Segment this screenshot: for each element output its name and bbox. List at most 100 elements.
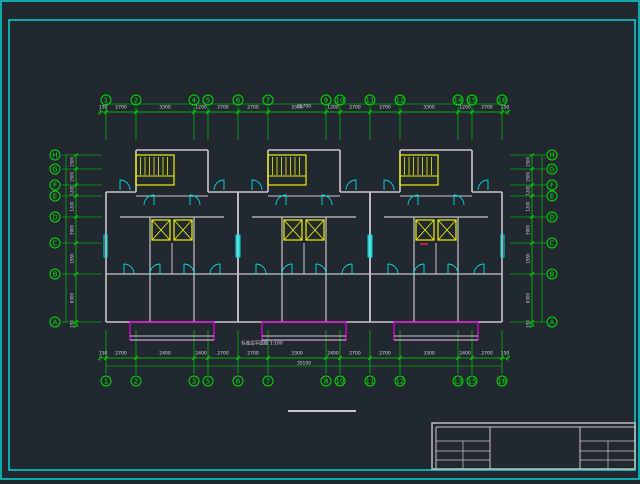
- dimension-top-value: 3300: [159, 105, 171, 111]
- axis-label-bottom: 7: [266, 378, 270, 386]
- dimension-total-top: 35700: [297, 104, 311, 110]
- dimension-bottom-value: 2700: [379, 351, 391, 357]
- dimension-bottom-value: 2700: [247, 351, 259, 357]
- unit-1-door-swing: [183, 263, 195, 275]
- axis-label-bottom: 10: [336, 378, 345, 386]
- dimension-right-value: 150: [526, 320, 531, 328]
- axis-label-top: 9: [324, 97, 328, 105]
- unit-3-door-swing: [383, 179, 395, 191]
- floor-plan-drawing: 11224355667798101011111212141315151616H H…: [0, 0, 640, 480]
- unit-3-door-swing: [473, 263, 485, 275]
- dimension-bottom-value: 3300: [423, 351, 435, 357]
- drawing-frame: [8, 19, 636, 471]
- plan-caption: 标准层平面图 1:100: [241, 340, 283, 347]
- dimension-left-value: 6300: [70, 292, 75, 303]
- axis-label-left: F: [53, 182, 57, 190]
- dimension-left-value: 3900: [70, 224, 75, 235]
- dimension-bottom-value: 2700: [349, 351, 361, 357]
- axis-label-bottom: 5: [206, 378, 210, 386]
- dimension-right-value: 1200: [526, 201, 531, 212]
- unit-2-door-swing: [281, 263, 293, 275]
- dimension-bottom-value: 2400: [195, 351, 207, 357]
- unit-2-stair: [267, 154, 307, 186]
- unit-1-stair: [135, 154, 175, 186]
- unit-2-door-swing: [341, 263, 353, 275]
- unit-1-door-swing: [209, 263, 221, 275]
- axis-label-left: D: [52, 214, 57, 222]
- axis-label-left: E: [53, 193, 57, 201]
- dimension-top-value: 2700: [217, 105, 229, 111]
- axis-label-bottom: 6: [236, 378, 241, 386]
- axis-label-top: 10: [336, 97, 345, 105]
- unit-2-door-swing: [251, 179, 263, 191]
- unit-1-door-swing: [119, 179, 131, 191]
- axis-label-bottom: 1: [104, 378, 108, 386]
- unit-3-stair: [399, 154, 439, 186]
- axis-label-top: 2: [134, 97, 138, 105]
- dimension-left-value: 1500: [70, 156, 75, 167]
- unit-1-door-swing: [213, 179, 225, 191]
- dimension-right-value: 1500: [526, 171, 531, 182]
- axis-label-right: B: [550, 271, 555, 279]
- dimension-left-value: 1950: [70, 253, 75, 264]
- dimension-left-value: 1200: [70, 185, 75, 196]
- dimension-bottom-value: 150: [99, 351, 108, 357]
- unit-1-door-swing: [123, 263, 135, 275]
- dimension-right-value: 1200: [526, 185, 531, 196]
- dimension-bottom-value: 2700: [481, 351, 493, 357]
- dimension-total-bottom: 35100: [297, 361, 311, 367]
- axis-label-right: F: [550, 182, 554, 190]
- axis-label-right: H: [549, 152, 554, 160]
- dimension-right-value: 6300: [526, 292, 531, 303]
- dimension-bottom-value: 150: [501, 351, 510, 357]
- unit-3-door-swing: [477, 179, 489, 191]
- axis-label-top: 5: [206, 97, 210, 105]
- dimension-bottom-value: 2700: [115, 351, 127, 357]
- dimension-right-value: 1950: [526, 253, 531, 264]
- dimension-top-value: 2700: [247, 105, 259, 111]
- dimension-top-value: 2700: [115, 105, 127, 111]
- dimension-top-value: 150: [501, 105, 510, 111]
- axis-label-bottom: 3: [192, 378, 196, 386]
- dimension-left-value: 1200: [70, 201, 75, 212]
- cad-drawing-sheet: 1 1 2 2 4 3 5 5 6 6 7 7 9 8 10 10 11 11 12 12 14 13 15 15 16 16 H H…: [0, 0, 640, 480]
- unit-2-door-swing: [345, 179, 357, 191]
- axis-label-bottom: 2: [134, 378, 138, 386]
- unit-3-door-swing: [413, 263, 425, 275]
- unit-1-door-swing: [149, 263, 161, 275]
- axis-label-right: G: [549, 166, 554, 174]
- axis-label-right: C: [550, 240, 555, 248]
- dimension-left-value: 1500: [70, 171, 75, 182]
- dimension-top-value: 3300: [423, 105, 435, 111]
- dimension-bottom-value: 2400: [159, 351, 171, 357]
- axis-label-top: 4: [192, 97, 197, 105]
- axis-label-top: 12: [396, 97, 405, 105]
- unit-2-balcony: [261, 321, 347, 341]
- axis-label-bottom: 16: [498, 378, 507, 386]
- axis-label-top: 1: [104, 97, 108, 105]
- dimension-top-value: 2700: [379, 105, 391, 111]
- axis-label-right: A: [550, 319, 555, 327]
- axis-label-bottom: 13: [454, 378, 463, 386]
- axis-label-left: C: [53, 240, 58, 248]
- axis-label-top: 16: [498, 97, 507, 105]
- dimension-top-value: 1200: [195, 105, 207, 111]
- dimension-top-value: 150: [99, 105, 108, 111]
- unit-2-door-swing: [255, 263, 267, 275]
- axis-label-right: D: [549, 214, 554, 222]
- unit-3-door-swing: [387, 263, 399, 275]
- axis-label-right: E: [550, 193, 554, 201]
- axis-label-top: 11: [366, 97, 375, 105]
- dimension-left-value: 150: [70, 320, 75, 328]
- axis-label-bottom: 12: [396, 378, 405, 386]
- dimension-bottom-value: 2400: [327, 351, 339, 357]
- dimension-bottom-value: 2400: [459, 351, 471, 357]
- dimension-right-value: 3900: [526, 224, 531, 235]
- axis-label-bottom: 15: [468, 378, 477, 386]
- dimension-top-value: 1200: [327, 105, 339, 111]
- axis-label-top: 14: [454, 97, 463, 105]
- unit-3-balcony: [393, 321, 479, 341]
- unit-1-balcony: [129, 321, 215, 341]
- axis-label-left: G: [52, 166, 57, 174]
- axis-label-left: B: [53, 271, 58, 279]
